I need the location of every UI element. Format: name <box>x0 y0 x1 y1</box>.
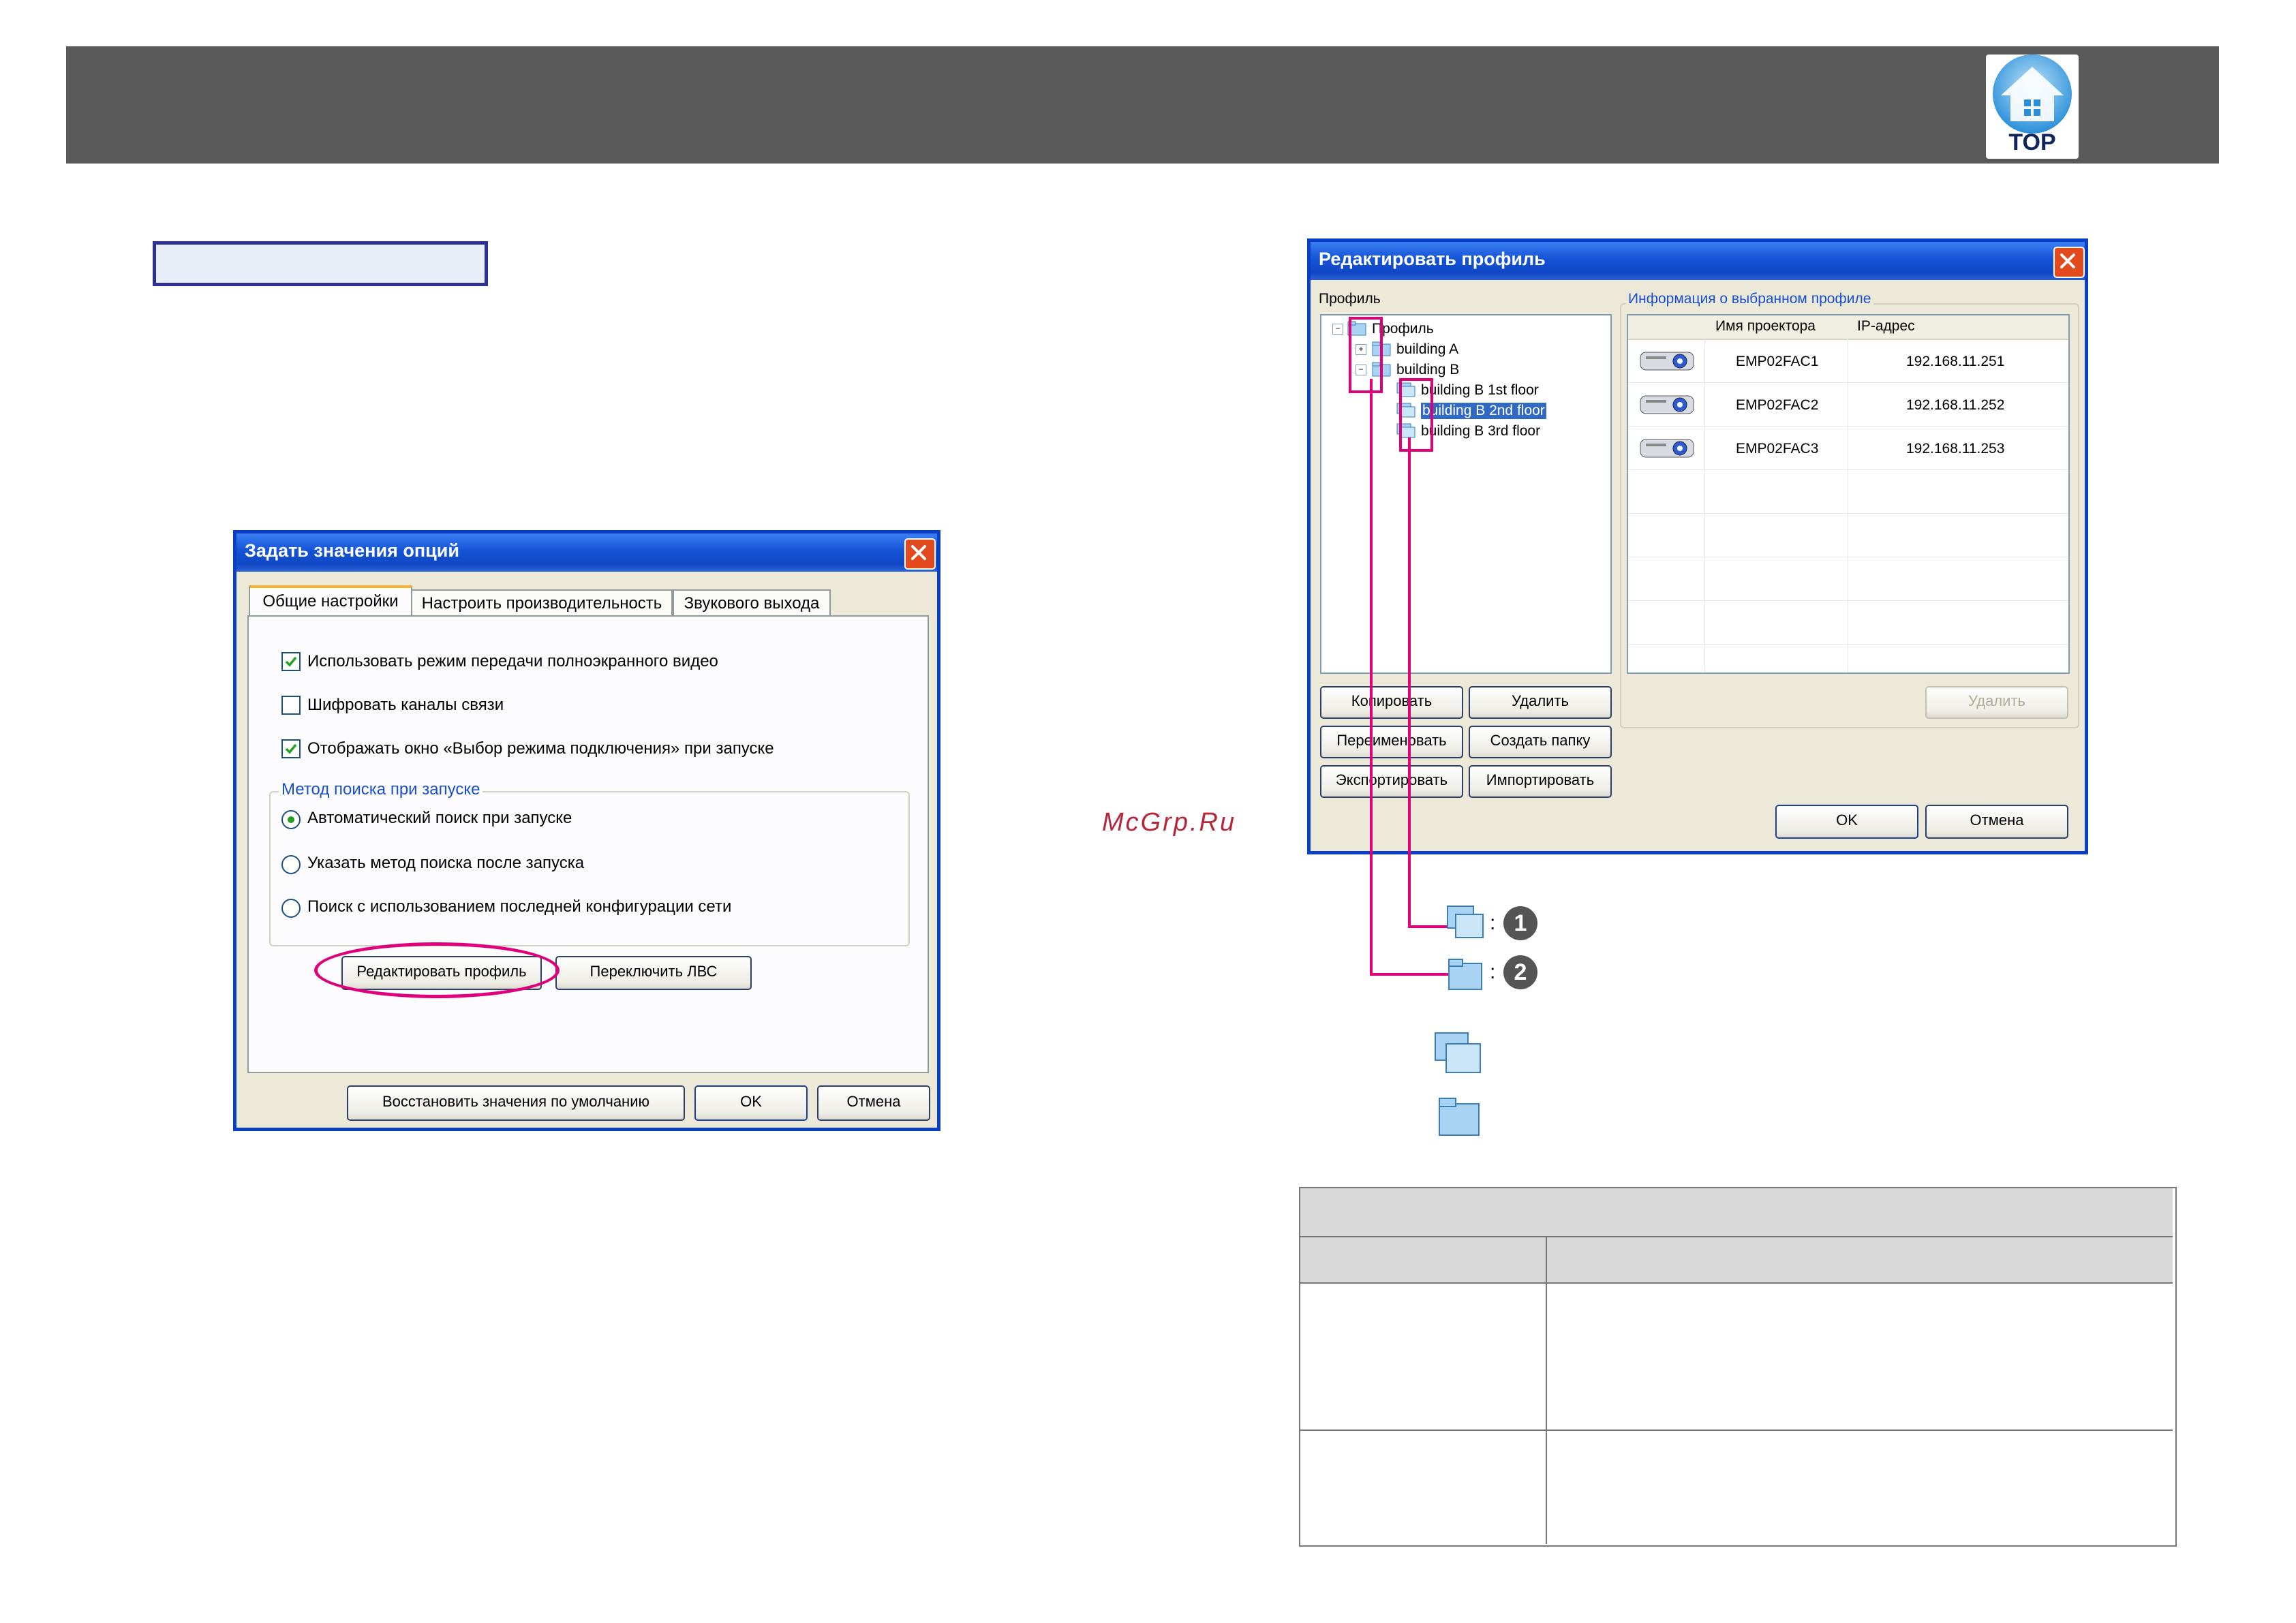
projector-name[interactable]: EMP02FAC1 <box>1736 354 1818 370</box>
ok-button[interactable]: OK <box>694 1085 808 1121</box>
profile-stack-icon <box>1447 906 1484 938</box>
edit-profile-dialog-titlebar[interactable]: Редактировать профиль <box>1311 242 2085 280</box>
table-rule <box>1300 1282 2173 1284</box>
watermark: McGrp.Ru <box>1102 808 1237 837</box>
radio-auto-search[interactable] <box>281 810 301 829</box>
legend-colon: : <box>1490 912 1496 934</box>
projector-icon <box>1640 352 1694 371</box>
delete-projector-button[interactable]: Удалить <box>1925 686 2068 719</box>
edit-profile-highlight <box>314 942 560 998</box>
callout-number: 1 <box>1503 906 1537 940</box>
projector-name[interactable]: EMP02FAC3 <box>1736 441 1818 457</box>
ok-button[interactable]: OK <box>1775 805 1918 839</box>
tree-item[interactable]: building B <box>1396 362 1459 378</box>
options-dialog-title: Задать значения опций <box>245 540 459 561</box>
row-divider <box>1628 644 2068 645</box>
radio-specify-after-start[interactable] <box>281 855 301 874</box>
column-header[interactable]: Имя проектора <box>1715 318 1816 335</box>
row-divider <box>1628 469 2068 470</box>
rename-button[interactable]: Переименовать <box>1320 726 1463 758</box>
page-header-bar <box>66 46 2219 164</box>
search-method-group-title: Метод поиска при запуске <box>279 780 483 799</box>
top-label: TOP <box>2008 129 2056 155</box>
row-divider <box>1628 513 2068 514</box>
table-rule <box>1300 1236 2173 1237</box>
close-button[interactable] <box>904 538 936 570</box>
column-divider <box>1704 339 1705 673</box>
table-title-row <box>1300 1188 2173 1236</box>
tree-item-selected[interactable]: building B 2nd floor <box>1421 403 1546 419</box>
tab-general[interactable]: Общие настройки <box>249 585 412 619</box>
options-dialog-titlebar[interactable]: Задать значения опций <box>236 534 937 572</box>
profile-label: Профиль <box>1319 291 1381 307</box>
profile-tree[interactable]: − Профиль + building A − building B buil… <box>1320 314 1612 674</box>
projector-ip: 192.168.11.253 <box>1906 441 2005 457</box>
profile-highlight-box <box>1399 378 1433 452</box>
delete-profile-button[interactable]: Удалить <box>1469 686 1612 719</box>
collapse-icon[interactable]: − <box>1332 324 1343 335</box>
projector-ip: 192.168.11.251 <box>1906 354 2005 369</box>
edit-profile-dialog-title: Редактировать профиль <box>1319 249 1546 269</box>
general-settings-panel: Использовать режим передачи полноэкранно… <box>247 615 929 1073</box>
leader-line-1-vertical <box>1408 437 1411 928</box>
radio-last-config[interactable] <box>281 899 301 918</box>
radio-label: Указать метод поиска после запуска <box>307 854 585 872</box>
tab-audio[interactable]: Звукового выхода <box>673 589 831 618</box>
row-divider <box>1628 382 2068 383</box>
projector-name[interactable]: EMP02FAC2 <box>1736 397 1818 414</box>
folder-icon <box>1448 959 1482 990</box>
import-button[interactable]: Импортировать <box>1469 765 1612 798</box>
tree-item[interactable]: building B 1st floor <box>1421 382 1539 399</box>
options-dialog: Задать значения опций Общие настройки На… <box>233 530 940 1131</box>
description-table <box>1299 1187 2177 1547</box>
checkbox-label: Отображать окно «Выбор режима подключени… <box>307 739 774 758</box>
checkmark-icon <box>285 743 297 754</box>
checkbox-encrypt[interactable] <box>281 696 301 715</box>
table-column-rule <box>1546 1237 1547 1544</box>
home-icon <box>1993 55 2072 134</box>
close-icon <box>911 545 926 560</box>
edit-profile-dialog: Редактировать профиль Профиль − Профиль … <box>1307 238 2088 854</box>
radio-selected-dot <box>288 816 294 823</box>
checkmark-icon <box>285 656 297 667</box>
close-icon <box>2060 253 2075 268</box>
profile-info-title: Информация о выбранном профиле <box>1625 291 1874 307</box>
profile-stack-icon <box>1435 1032 1481 1073</box>
projector-icon <box>1640 395 1694 414</box>
cancel-button[interactable]: Отмена <box>817 1085 930 1121</box>
leader-line-2-vertical <box>1370 379 1373 976</box>
radio-label: Автоматический поиск при запуске <box>307 809 572 827</box>
row-divider <box>1628 600 2068 601</box>
radio-label: Поиск с использованием последней конфигу… <box>307 897 732 916</box>
top-button[interactable]: TOP <box>1986 55 2079 159</box>
close-button[interactable] <box>2053 247 2085 278</box>
projector-icon <box>1640 439 1694 458</box>
checkbox-label: Использовать режим передачи полноэкранно… <box>307 652 718 670</box>
tab-performance[interactable]: Настроить производительность <box>411 589 673 618</box>
folder-highlight-box <box>1349 317 1383 393</box>
copy-button[interactable]: Копировать <box>1320 686 1463 719</box>
callout-number: 2 <box>1503 955 1537 989</box>
column-header[interactable]: IP-адрес <box>1857 318 1915 335</box>
checkbox-fullscreen-video[interactable] <box>281 652 301 671</box>
restore-defaults-button[interactable]: Восстановить значения по умолчанию <box>347 1085 685 1121</box>
cancel-button[interactable]: Отмена <box>1925 805 2068 839</box>
legend-colon: : <box>1490 961 1496 983</box>
row-divider <box>1628 426 2068 427</box>
table-header-row <box>1300 1237 2173 1282</box>
export-button[interactable]: Экспортировать <box>1320 765 1463 798</box>
checkbox-show-connection-mode[interactable] <box>281 739 301 758</box>
folder-icon <box>1439 1098 1480 1136</box>
projector-list[interactable]: Имя проектора IP-адрес EMP02FAC1 192.168… <box>1627 314 2070 674</box>
new-folder-button[interactable]: Создать папку <box>1469 726 1612 758</box>
projector-ip: 192.168.11.252 <box>1906 397 2005 413</box>
checkbox-label: Шифровать каналы связи <box>307 696 504 714</box>
tree-item[interactable]: building A <box>1396 341 1458 358</box>
projector-list-header <box>1628 315 2068 340</box>
table-rule <box>1300 1429 2173 1431</box>
tree-item[interactable]: building B 3rd floor <box>1421 423 1540 439</box>
switch-lan-button[interactable]: Переключить ЛВС <box>555 956 752 990</box>
section-label-box <box>153 241 488 286</box>
